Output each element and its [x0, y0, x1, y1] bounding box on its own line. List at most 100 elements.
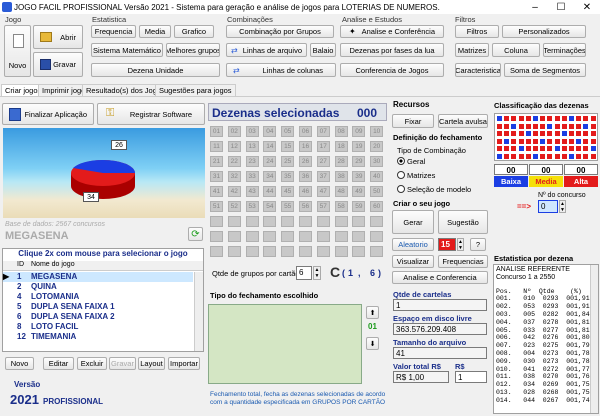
cartela-avulsa-button[interactable]: Cartela avulsa [438, 114, 488, 128]
list-item[interactable]: 5 DUPLA SENA FAIXA 1 [3, 302, 193, 312]
frequencia-button[interactable]: Frequencia [91, 25, 136, 38]
jogo-list[interactable]: ▶ 1 MEGASENA 2 QUINA 4 LOTOMANIA 5 DUPLA SENA… [3, 272, 193, 342]
number-cell[interactable]: 51 [210, 201, 223, 212]
combinacao-grupos-button[interactable]: Combinação por Grupos [226, 25, 334, 38]
list-item[interactable]: 2 QUINA [3, 282, 193, 292]
conferencia-jogos-button[interactable]: Conferencia de Jogos [340, 63, 444, 77]
remove-icon-button[interactable]: ⬇ [366, 337, 379, 350]
dezena-unidade-button[interactable]: Dezena Unidade [91, 63, 220, 77]
linhas-arquivo-button[interactable]: ⇄ Linhas de arquivo [226, 43, 307, 57]
number-cell[interactable]: 42 [227, 186, 241, 197]
filtros-button[interactable]: Filtros [455, 25, 499, 38]
number-cell[interactable]: 41 [210, 186, 223, 197]
novo-button[interactable]: Novo [4, 25, 31, 77]
number-cell[interactable]: 20 [370, 141, 384, 152]
abrir-button[interactable]: Abrir [33, 25, 83, 49]
number-cell[interactable]: 36 [299, 171, 312, 182]
terminacoes-button[interactable]: Terminações [543, 43, 586, 57]
personalizados-button[interactable]: Personalizados [502, 25, 586, 38]
number-cell[interactable]: 33 [245, 171, 259, 182]
number-cell[interactable]: 24 [263, 156, 277, 167]
soma-segmentos-button[interactable]: Soma de Segmentos [504, 63, 586, 77]
number-cell[interactable]: 17 [316, 141, 330, 152]
number-cell[interactable]: 60 [370, 201, 384, 212]
rs-field[interactable]: 1 [455, 371, 487, 383]
analise-conferencia-button[interactable]: ✦ Analise e Conferência [340, 25, 444, 38]
number-cell[interactable]: 39 [352, 171, 366, 182]
list-scrollbar[interactable] [194, 272, 203, 351]
jogo-editar-button[interactable]: Editar [43, 357, 74, 370]
n-concurso-spinner[interactable]: ▲ ▼ [559, 200, 566, 213]
number-cell[interactable]: 04 [263, 126, 277, 137]
number-cell[interactable]: 40 [370, 171, 384, 182]
radio-selecao[interactable] [397, 185, 405, 193]
number-cell[interactable]: 09 [352, 126, 366, 137]
number-cell[interactable]: 38 [334, 171, 348, 182]
help-button[interactable]: ? [470, 238, 486, 251]
number-cell[interactable]: 08 [334, 126, 348, 137]
number-cell[interactable]: 18 [334, 141, 348, 152]
number-cell[interactable]: 54 [263, 201, 277, 212]
list-item[interactable]: ▶ 1 MEGASENA [3, 272, 193, 282]
number-cell[interactable]: 22 [227, 156, 241, 167]
number-cell[interactable]: 28 [334, 156, 348, 167]
n-concurso-field[interactable]: 0 [538, 200, 558, 213]
number-cell[interactable]: 25 [281, 156, 295, 167]
visualizar-button[interactable]: Visualizar [392, 255, 434, 268]
number-cell[interactable]: 14 [263, 141, 277, 152]
add-icon-button[interactable]: ⬆ [366, 306, 379, 319]
aleatorio-field[interactable]: 15 [438, 238, 456, 251]
number-cell[interactable]: 37 [316, 171, 330, 182]
list-item[interactable]: 4 LOTOMANIA [3, 292, 193, 302]
number-cell[interactable]: 34 [263, 171, 277, 182]
jogo-layout-button[interactable]: Layout [138, 357, 165, 370]
dezenas-fases-lua-button[interactable]: Dezenas por fases da lua [340, 43, 444, 57]
number-cell[interactable]: 48 [334, 186, 348, 197]
number-cell[interactable]: 43 [245, 186, 259, 197]
jogo-importar-button[interactable]: Importar [168, 357, 200, 370]
estatistica-scrollbar[interactable] [590, 265, 598, 413]
number-cell[interactable]: 47 [316, 186, 330, 197]
number-cell[interactable]: 26 [299, 156, 312, 167]
number-cell[interactable]: 52 [227, 201, 241, 212]
maximize-button[interactable]: ☐ [548, 0, 574, 14]
close-button[interactable]: ✕ [574, 0, 600, 14]
radio-geral[interactable] [397, 157, 405, 165]
registrar-button[interactable]: ⚿ Registrar Software [97, 103, 205, 125]
grafico-button[interactable]: Grafico [174, 25, 214, 38]
media-button[interactable]: Media [139, 25, 171, 38]
finalizar-button[interactable]: Finalizar Aplicação [2, 103, 94, 125]
number-cell[interactable]: 27 [316, 156, 330, 167]
list-item[interactable]: 8 LOTO FACIL [3, 322, 193, 332]
number-cell[interactable]: 30 [370, 156, 384, 167]
number-cell[interactable]: 49 [352, 186, 366, 197]
sugestao-button[interactable]: Sugestão [438, 210, 488, 234]
list-item[interactable]: 12 TIMEMANIA [3, 332, 193, 342]
number-cell[interactable]: 31 [210, 171, 223, 182]
number-cell[interactable]: 23 [245, 156, 259, 167]
number-cell[interactable]: 01 [210, 126, 223, 137]
matrizes-button[interactable]: Matrizes [455, 43, 489, 57]
number-cell[interactable]: 10 [370, 126, 384, 137]
number-cell[interactable]: 06 [299, 126, 312, 137]
list-item[interactable]: 6 DUPLA SENA FAIXA 2 [3, 312, 193, 322]
qtde-grupos-field[interactable]: 6 [296, 266, 312, 280]
aleatorio-spinner[interactable]: ▲ ▼ [457, 238, 464, 251]
number-cell[interactable]: 46 [299, 186, 312, 197]
number-cell[interactable]: 05 [281, 126, 295, 137]
number-cell[interactable]: 11 [210, 141, 223, 152]
number-grid[interactable]: 01 02 03 04 05 06 07 08 09 10 11 12 13 14 15 16 17 18 19 20… [208, 124, 387, 260]
number-cell[interactable]: 03 [245, 126, 259, 137]
analise-conferencia-btn[interactable]: Analise e Conferencia [392, 271, 488, 284]
number-cell[interactable]: 15 [281, 141, 295, 152]
number-cell[interactable]: 21 [210, 156, 223, 167]
number-cell[interactable]: 32 [227, 171, 241, 182]
number-cell[interactable]: 59 [352, 201, 366, 212]
frequencias-button[interactable]: Frequencias [438, 255, 488, 268]
number-cell[interactable]: 12 [227, 141, 241, 152]
number-cell[interactable]: 56 [299, 201, 312, 212]
minimize-button[interactable]: – [522, 0, 548, 14]
refresh-button[interactable]: ⟳ [188, 227, 203, 241]
melhores-grupos-button[interactable]: Melhores grupos [166, 43, 220, 57]
caracteristica-button[interactable]: Caracteristica [455, 63, 501, 77]
